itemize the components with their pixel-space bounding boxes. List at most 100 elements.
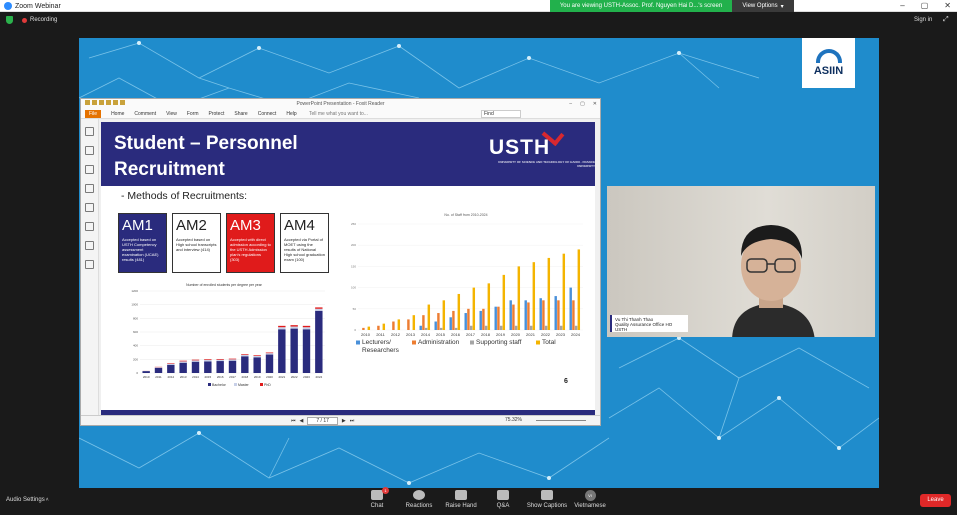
last-page-icon[interactable]: ⏭ (350, 418, 355, 424)
bookmark-icon[interactable] (85, 127, 94, 136)
chart2-xtick: 2021 (526, 332, 536, 337)
zoom-logo-icon (4, 2, 12, 10)
quick-access-toolbar[interactable] (85, 100, 125, 105)
tools-icon[interactable] (85, 260, 94, 269)
chart1-legend-swatch (234, 383, 237, 386)
chart1-ytick: 1200 (131, 289, 138, 293)
chart2-legend-swatch (356, 340, 360, 345)
menu-item-share[interactable]: Share (234, 111, 247, 117)
language-icon: VI (584, 490, 596, 501)
chat-badge: 1 (382, 487, 389, 494)
viewing-banner: You are viewing USTH-Assoc. Prof. Nguyen… (550, 0, 732, 12)
menu-item-comment[interactable]: Comment (134, 111, 156, 117)
chevron-down-icon: ▾ (780, 3, 784, 10)
asiin-logo: ASIIN (802, 38, 855, 88)
chart2-bar-administration (557, 300, 560, 330)
first-page-icon[interactable]: ⏮ (291, 418, 296, 424)
chart2-bar-total (457, 293, 461, 330)
menu-item-connect[interactable]: Connect (258, 111, 277, 117)
chart1-bar-phd (302, 325, 311, 328)
close-icon[interactable]: ✕ (944, 1, 951, 10)
layers-icon[interactable] (85, 165, 94, 174)
attachment-icon[interactable] (85, 203, 94, 212)
chart2-bar-lecturers-researchers (509, 300, 512, 330)
qa-button[interactable]: Q&A (483, 490, 523, 509)
reader-menu-bar: File Home Comment View Form Protect Share Conne… (81, 109, 600, 119)
raise-hand-label: Raise Hand (445, 503, 477, 509)
pages-icon[interactable] (85, 146, 94, 155)
zoom-level[interactable]: 75.32% (505, 417, 522, 423)
menu-item-protect[interactable]: Protect (209, 111, 225, 117)
chart1-xtick: 2018 (241, 375, 248, 379)
method-card-am3: AM3 Accepted with direct admission accord… (226, 213, 275, 273)
maximize-icon[interactable]: ▢ (921, 1, 929, 10)
chart2-xtick: 2014 (421, 332, 431, 337)
show-captions-button[interactable]: Show Captions (525, 490, 569, 509)
reactions-button[interactable]: Reactions (399, 490, 439, 509)
chart1-bar-master (204, 360, 212, 362)
chart1-bar-master (154, 367, 163, 368)
chart1-bar-bachelor (179, 362, 187, 373)
signature-icon[interactable] (85, 222, 94, 231)
audio-settings-label: Audio Settings (6, 497, 45, 503)
chart1-bar-phd (241, 354, 249, 355)
chart2-bar-supporting-staff (514, 325, 518, 330)
menu-item-form[interactable]: Form (187, 111, 199, 117)
chart2-legend-label: Supporting staff (476, 339, 522, 346)
leave-button[interactable]: Leave (920, 494, 951, 507)
chart2-ytick: 200 (351, 243, 356, 247)
method-card-am4: AM4 Accepted via Portal of MOET using the… (280, 213, 329, 273)
minimize-icon[interactable]: – (900, 1, 904, 10)
chart2-bar-administration (392, 321, 395, 330)
am4-desc: Accepted via Portal of MOET using the re… (284, 237, 325, 262)
tell-me-box[interactable]: Tell me what you want to... (309, 111, 368, 117)
raise-hand-button[interactable]: Raise Hand (441, 490, 481, 509)
presenter-video[interactable]: Vu Thi Thanh Thao Quality Assurance Offi… (607, 186, 875, 337)
reader-window-controls[interactable]: – ▢ ✕ (569, 99, 597, 109)
chart2-bar-administration (482, 308, 485, 330)
chart2-legend-label: Lecturers/ (362, 339, 391, 346)
chart2-ytick: 100 (351, 286, 356, 290)
fullscreen-icon[interactable]: ⤢ (943, 16, 949, 24)
page-input[interactable]: 7 / 17 (307, 417, 338, 425)
chart2-bar-total (532, 262, 536, 330)
chart2-bar-total (562, 253, 566, 330)
next-page-icon[interactable]: ▶ (342, 418, 346, 424)
am1-desc: Accepted based on USTH Competency assess… (122, 237, 159, 262)
audio-settings-button[interactable]: Audio Settings˄ (6, 497, 49, 503)
chart2-bar-administration (542, 300, 545, 330)
usth-logo: USTH UNIVERSITY OF SCIENCE AND TECHNOLOG… (489, 123, 595, 168)
slide-title: Student – Personnel Recruitment (114, 131, 298, 183)
menu-item-home[interactable]: Home (111, 111, 124, 117)
chart1-xtick: 2014 (192, 375, 199, 379)
menu-item-help[interactable]: Help (286, 111, 296, 117)
security-icon[interactable] (85, 241, 94, 250)
comments-icon[interactable] (85, 184, 94, 193)
prev-page-icon[interactable]: ◀ (300, 418, 304, 424)
chart1-bar-master (265, 353, 274, 355)
chart1-bar-bachelor (204, 361, 212, 373)
chart2-xtick: 2016 (451, 332, 461, 337)
sign-in-link[interactable]: Sign in (914, 17, 932, 23)
menu-item-view[interactable]: View (166, 111, 177, 117)
chart2-bar-supporting-staff (469, 325, 473, 330)
menu-item-file[interactable]: File (85, 109, 102, 118)
chat-button[interactable]: 1 Chat (357, 487, 397, 509)
view-options-label: View Options (742, 3, 778, 9)
slide-header: Student – Personnel Recruitment USTH UNI… (101, 122, 595, 186)
chart1-bar-bachelor (265, 354, 274, 373)
chart1-bar-master (191, 360, 200, 362)
chart1-legend-label: Master (238, 383, 250, 387)
language-button[interactable]: VI Vietnamese (570, 490, 610, 509)
chart2-bar-administration (437, 313, 440, 330)
view-options-button[interactable]: View Options ▾ (732, 0, 794, 12)
chart1-bar-phd (204, 359, 212, 361)
recording-indicator[interactable]: Recording (22, 17, 57, 23)
find-input[interactable]: Find (481, 110, 521, 118)
zoom-slider[interactable] (536, 420, 586, 421)
chart2-legend-swatch (536, 340, 540, 345)
chart2-ytick: 50 (353, 307, 357, 311)
chart1-xtick: 2023 (303, 375, 310, 379)
chart2-bar-lecturers-researchers (434, 321, 437, 330)
security-shield-icon (6, 16, 13, 24)
